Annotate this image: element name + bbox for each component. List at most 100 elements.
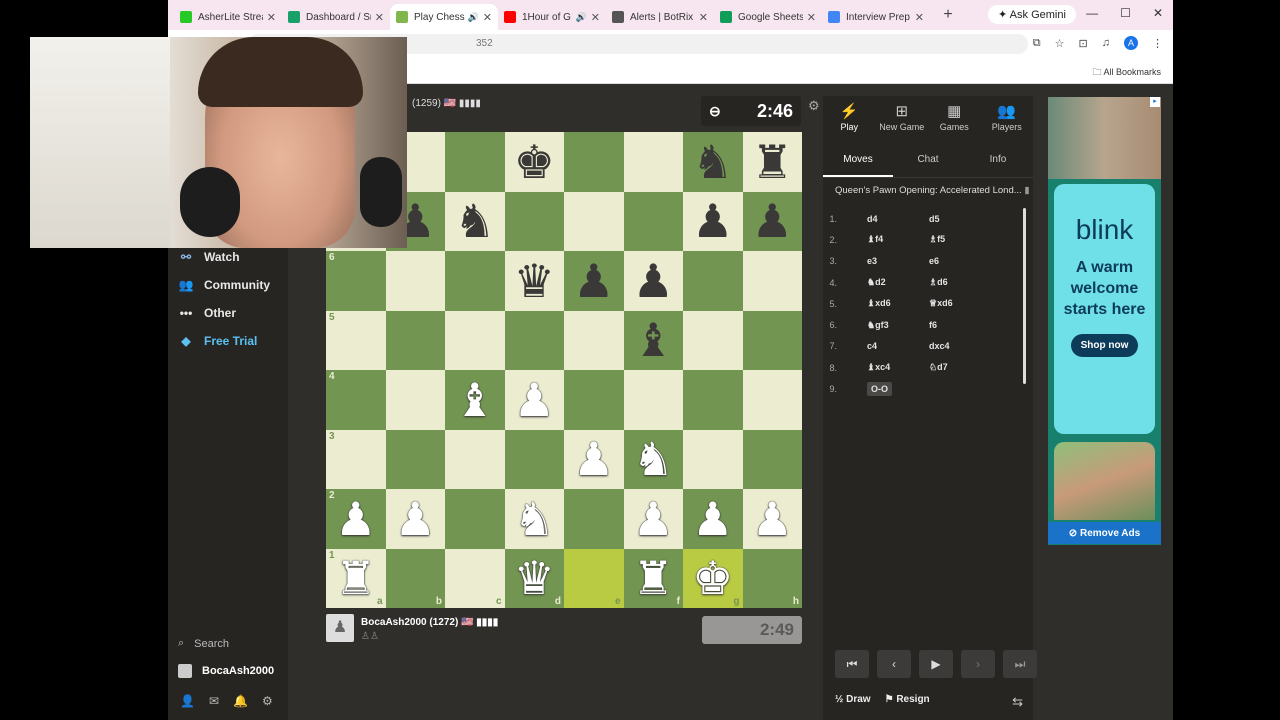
tab-games[interactable]: ▦ Games bbox=[928, 96, 981, 142]
board-settings-icon[interactable]: ⚙ bbox=[808, 98, 820, 114]
book-icon[interactable]: ▮ bbox=[1024, 185, 1029, 196]
first-move-button[interactable]: ⏮ bbox=[835, 650, 869, 678]
square-e8[interactable] bbox=[564, 132, 624, 192]
square-c5[interactable] bbox=[445, 310, 505, 370]
profile-avatar[interactable]: A bbox=[1124, 36, 1138, 50]
square-h2[interactable]: ♟ bbox=[742, 489, 802, 549]
menu-kebab-icon[interactable]: ⋮ bbox=[1152, 37, 1163, 50]
square-h8[interactable]: ♜ bbox=[742, 132, 802, 192]
square-d6[interactable]: ♛ bbox=[504, 251, 564, 311]
white-pawn-icon[interactable]: ♟ bbox=[752, 496, 793, 542]
browser-tab[interactable]: Dashboard / Sr ✕ bbox=[282, 4, 390, 30]
square-a3[interactable]: 3 bbox=[326, 429, 386, 489]
black-rook-icon[interactable]: ♜ bbox=[752, 139, 793, 185]
sidebar-item-other[interactable]: ••• Other bbox=[178, 306, 236, 320]
square-c2[interactable] bbox=[445, 489, 505, 549]
square-e3[interactable]: ♟ bbox=[564, 429, 624, 489]
install-app-icon[interactable]: ⧉ bbox=[1033, 37, 1041, 50]
tab-close-icon[interactable]: ✕ bbox=[375, 11, 384, 24]
tab-close-icon[interactable]: ✕ bbox=[591, 11, 600, 24]
square-e7[interactable] bbox=[564, 191, 624, 251]
ad-banner[interactable]: blink A warm welcome starts here Shop no… bbox=[1048, 97, 1161, 545]
next-move-button[interactable]: › bbox=[961, 650, 995, 678]
square-d2[interactable]: ♞ bbox=[504, 489, 564, 549]
white-king-icon[interactable]: ♚ bbox=[692, 555, 733, 601]
white-move[interactable]: ♝xd6 bbox=[859, 298, 929, 309]
square-b1[interactable]: b bbox=[385, 548, 445, 608]
square-g4[interactable] bbox=[683, 370, 743, 430]
black-pawn-icon[interactable]: ♟ bbox=[692, 198, 733, 244]
maximize-icon[interactable]: ☐ bbox=[1120, 6, 1131, 20]
square-e1[interactable]: e bbox=[564, 548, 624, 608]
square-d1[interactable]: ♛ d bbox=[504, 548, 564, 608]
black-knight-icon[interactable]: ♞ bbox=[692, 139, 733, 185]
square-f5[interactable]: ♝ bbox=[623, 310, 683, 370]
black-move[interactable]: d5 bbox=[929, 214, 999, 224]
browser-tab[interactable]: 1Hour of G 🔊 ✕ bbox=[498, 4, 606, 30]
white-move[interactable]: d4 bbox=[859, 214, 929, 224]
square-d5[interactable] bbox=[504, 310, 564, 370]
square-c4[interactable]: ♝ bbox=[445, 370, 505, 430]
square-c8[interactable] bbox=[445, 132, 505, 192]
tab-moves[interactable]: Moves bbox=[823, 146, 893, 177]
white-bishop-icon[interactable]: ♝ bbox=[454, 377, 495, 423]
square-f7[interactable] bbox=[623, 191, 683, 251]
white-pawn-icon[interactable]: ♟ bbox=[633, 496, 674, 542]
square-f8[interactable] bbox=[623, 132, 683, 192]
square-h4[interactable] bbox=[742, 370, 802, 430]
white-move[interactable]: ♞gf3 bbox=[859, 320, 929, 331]
bell-icon[interactable]: 🔔 bbox=[233, 694, 248, 708]
white-knight-icon[interactable]: ♞ bbox=[514, 496, 555, 542]
square-d7[interactable] bbox=[504, 191, 564, 251]
white-move[interactable]: ♞d2 bbox=[859, 277, 929, 288]
remove-ads-button[interactable]: ⊘ Remove Ads bbox=[1048, 522, 1161, 544]
sidebar-item-community[interactable]: 👥 Community bbox=[178, 278, 270, 292]
square-c7[interactable]: ♞ bbox=[445, 191, 505, 251]
square-h5[interactable] bbox=[742, 310, 802, 370]
white-move[interactable]: O-O bbox=[859, 382, 929, 397]
adchoices-icon[interactable]: ▸ bbox=[1150, 97, 1160, 107]
sidebar-item-watch[interactable]: ⚯ Watch bbox=[178, 250, 240, 264]
white-pawn-icon[interactable]: ♟ bbox=[692, 496, 733, 542]
square-d4[interactable]: ♟ bbox=[504, 370, 564, 430]
white-pawn-icon[interactable]: ♟ bbox=[335, 496, 376, 542]
tab-close-icon[interactable]: ✕ bbox=[807, 11, 816, 24]
black-move[interactable]: dxc4 bbox=[929, 341, 999, 351]
square-h1[interactable]: h bbox=[742, 548, 802, 608]
browser-tab[interactable]: AsherLite Strea ✕ bbox=[174, 4, 282, 30]
white-pawn-icon[interactable]: ♟ bbox=[395, 496, 436, 542]
square-a5[interactable]: 5 bbox=[326, 310, 386, 370]
square-e4[interactable] bbox=[564, 370, 624, 430]
black-king-icon[interactable]: ♚ bbox=[514, 139, 555, 185]
all-bookmarks-button[interactable]: 🗀 All Bookmarks bbox=[1092, 65, 1161, 81]
square-f3[interactable]: ♞ bbox=[623, 429, 683, 489]
square-c3[interactable] bbox=[445, 429, 505, 489]
square-g2[interactable]: ♟ bbox=[683, 489, 743, 549]
white-move[interactable]: ♝xc4 bbox=[859, 362, 929, 373]
draw-button[interactable]: ½ Draw bbox=[835, 694, 871, 705]
sidebar-search[interactable]: ⌕ Search bbox=[178, 637, 229, 650]
square-c6[interactable] bbox=[445, 251, 505, 311]
tab-players[interactable]: 👥 Players bbox=[981, 96, 1034, 142]
black-pawn-icon[interactable]: ♟ bbox=[633, 258, 674, 304]
black-move[interactable]: e6 bbox=[929, 256, 999, 266]
black-pawn-icon[interactable]: ♟ bbox=[573, 258, 614, 304]
white-rook-icon[interactable]: ♜ bbox=[633, 555, 674, 601]
square-h7[interactable]: ♟ bbox=[742, 191, 802, 251]
black-pawn-icon[interactable]: ♟ bbox=[752, 198, 793, 244]
square-b3[interactable] bbox=[385, 429, 445, 489]
tab-close-icon[interactable]: ✕ bbox=[267, 11, 276, 24]
tab-close-icon[interactable]: ✕ bbox=[483, 11, 492, 24]
white-rook-icon[interactable]: ♜ bbox=[335, 555, 376, 601]
square-a4[interactable]: 4 bbox=[326, 370, 386, 430]
sidebar-item-free-trial[interactable]: ◆ Free Trial bbox=[178, 334, 257, 348]
close-window-icon[interactable]: ✕ bbox=[1153, 6, 1163, 20]
browser-tab[interactable]: Play Chess 🔊 ✕ bbox=[390, 4, 498, 30]
white-pawn-icon[interactable]: ♟ bbox=[514, 377, 555, 423]
lens-icon[interactable]: ⊡ bbox=[1079, 37, 1088, 50]
square-b2[interactable]: ♟ bbox=[385, 489, 445, 549]
white-pawn-icon[interactable]: ♟ bbox=[573, 436, 614, 482]
black-move[interactable]: ♕xd6 bbox=[929, 298, 999, 309]
square-a2[interactable]: ♟ 2 bbox=[326, 489, 386, 549]
square-e2[interactable] bbox=[564, 489, 624, 549]
